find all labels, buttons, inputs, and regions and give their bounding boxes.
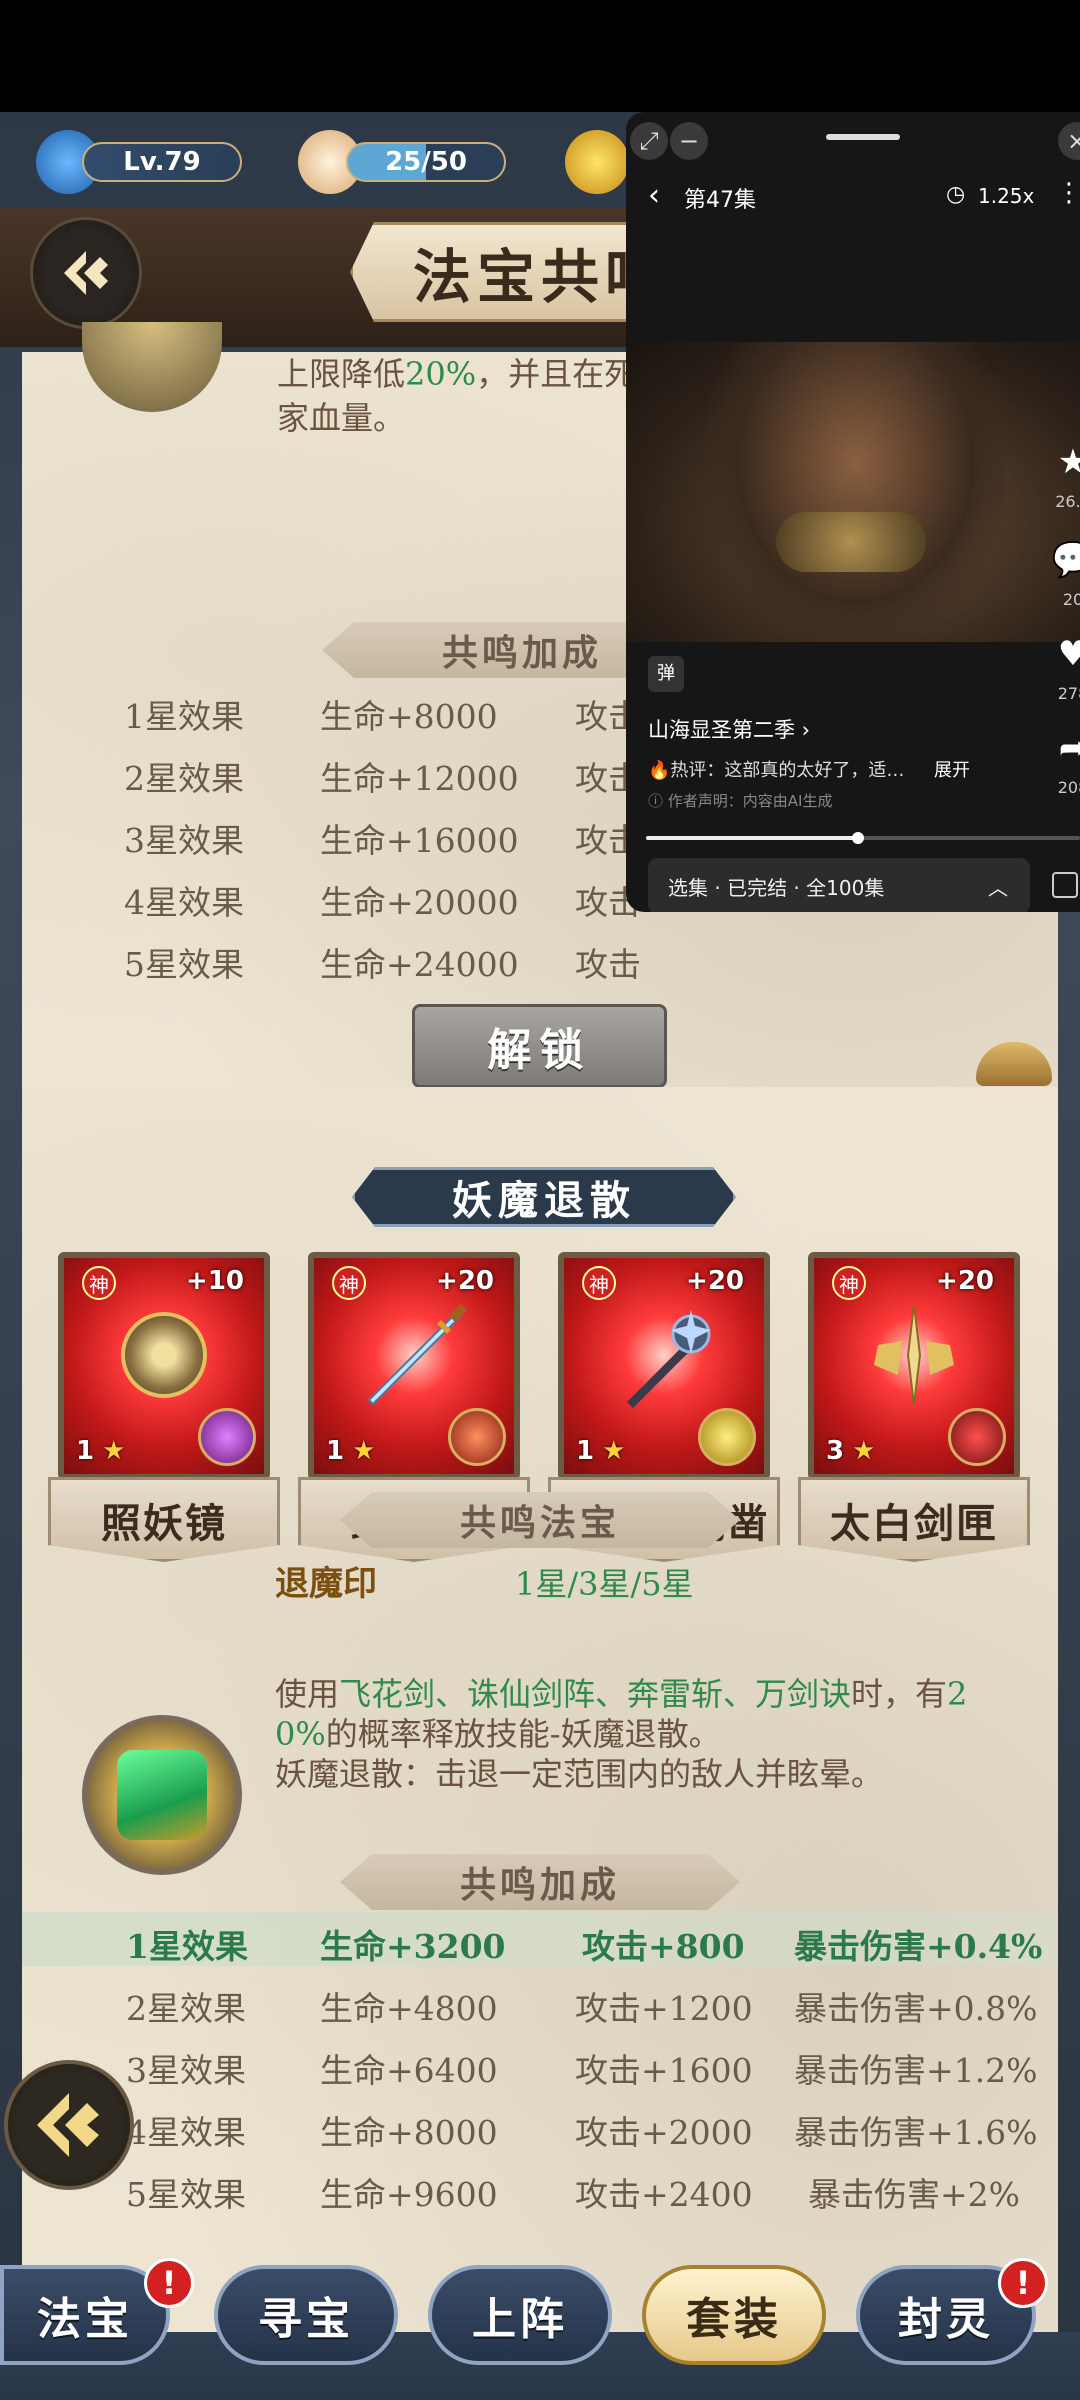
sword-box-icon: [874, 1305, 954, 1406]
lower-bonus-row: 2星效果 生命+4800 攻击+1200 暴击伤害+0.8%: [126, 1989, 1038, 2028]
card-name: 太白剑匣: [798, 1477, 1030, 1562]
stamina-text: 25/50: [385, 147, 467, 177]
comment-icon[interactable]: 💬: [1048, 540, 1080, 580]
more-options-icon[interactable]: ⋮: [1056, 178, 1080, 208]
video-frame[interactable]: [626, 342, 1080, 642]
sword-icon: [367, 1304, 467, 1406]
upper-item-icon: [82, 322, 222, 412]
belt-ornament: [776, 512, 926, 572]
upper-desc-line2: 家血量。: [277, 399, 406, 437]
coin-icon: [565, 130, 629, 194]
card-frame: 神 +20 1 ★: [308, 1252, 520, 1480]
level-display: Lv.79: [82, 142, 242, 182]
favorite-count: 26.3: [1055, 492, 1080, 511]
gem-socket-icon: [448, 1408, 506, 1466]
item-stars: 1星/3星/5星: [515, 1565, 694, 1603]
upper-desc-line1: 上限降低20%，并且在死: [277, 355, 637, 393]
treasure-card[interactable]: 神 +20 3 ★ 太白剑匣: [798, 1252, 1030, 1582]
back-arrow-icon: [64, 251, 108, 295]
danmu-toggle[interactable]: 弹: [648, 656, 684, 692]
back-button[interactable]: [30, 217, 142, 329]
set-group-title: 妖魔退散: [352, 1167, 736, 1227]
jade-seal-icon[interactable]: [82, 1715, 242, 1875]
fire-icon: 🔥: [648, 760, 671, 781]
card-frame: 神 +20 1 ★: [558, 1252, 770, 1480]
close-icon[interactable]: ×: [1058, 122, 1080, 160]
item-desc-line2: 0%的概率释放技能-妖魔退散。: [275, 1715, 721, 1753]
item-desc-line3: 妖魔退散：击退一定范围内的敌人并眩晕。: [275, 1755, 884, 1793]
episode-title: 第47集: [684, 188, 756, 213]
floating-menu-button[interactable]: [4, 2060, 134, 2190]
playback-speed[interactable]: 1.25x: [978, 184, 1034, 208]
star-count: 3 ★: [826, 1436, 876, 1466]
divine-badge: 神: [82, 1266, 116, 1300]
card-name: 照妖镜: [48, 1477, 280, 1562]
minimize-icon[interactable]: −: [670, 122, 708, 160]
level-text: Lv.79: [123, 147, 201, 177]
like-icon[interactable]: ♥: [1048, 634, 1080, 674]
gem-socket-icon: [948, 1408, 1006, 1466]
expand-link[interactable]: 展开: [934, 756, 970, 782]
lower-bonus-row: 3星效果 生命+6400 攻击+1600 暴击伤害+1.2%: [126, 2051, 1038, 2090]
nav-seek-treasure[interactable]: 寻宝: [214, 2265, 398, 2365]
enhance-level: +20: [936, 1266, 994, 1296]
enhance-level: +10: [186, 1266, 244, 1296]
episode-selector-label: 选集 · 已完结 · 全100集: [668, 875, 885, 900]
ai-disclaimer: ⓘ 作者声明：内容由AI生成: [648, 792, 833, 810]
resonance-treasure-title: 共鸣法宝: [340, 1492, 740, 1548]
share-count: 208: [1057, 778, 1080, 797]
back-chevron-icon[interactable]: ‹: [648, 178, 660, 213]
unlock-button[interactable]: 解锁: [412, 1004, 667, 1088]
speed-icon: ◷: [946, 182, 966, 207]
restore-window-icon[interactable]: ⤢: [630, 122, 668, 160]
hammer-icon: [627, 1310, 711, 1409]
incense-burner-icon: [976, 1042, 1052, 1086]
info-icon: ⓘ: [648, 792, 668, 810]
episode-selector[interactable]: 选集 · 已完结 · 全100集 ︿: [648, 858, 1030, 912]
lower-bonus-row: 5星效果 生命+9600 攻击+2400 暴击伤害+2%: [126, 2175, 1021, 2214]
star-count: 1 ★: [576, 1436, 626, 1466]
alert-badge-icon: !: [144, 2258, 194, 2308]
progress-handle[interactable]: [852, 832, 864, 844]
gem-socket-icon: [698, 1408, 756, 1466]
mirror-icon: [121, 1312, 207, 1399]
star-count: 1 ★: [326, 1436, 376, 1466]
nav-deploy[interactable]: 上阵: [428, 2265, 612, 2365]
like-count: 278: [1057, 684, 1080, 703]
share-icon[interactable]: ➦: [1048, 728, 1080, 768]
fullscreen-icon[interactable]: [1052, 872, 1078, 898]
alert-badge-icon: !: [998, 2258, 1048, 2308]
item-desc-line1: 使用飞花剑、诛仙剑阵、奔雷斩、万剑诀时，有2: [275, 1675, 968, 1713]
treasure-card[interactable]: 神 +10 1 ★ 照妖镜: [48, 1252, 280, 1582]
chevron-up-icon: ︿: [988, 875, 1008, 900]
hot-comment: 🔥热评：这部真的太好了，适…: [648, 760, 905, 781]
comment-count: 20: [1062, 590, 1080, 609]
favorite-icon[interactable]: ★: [1048, 442, 1080, 482]
card-frame: 神 +20 3 ★: [808, 1252, 1020, 1480]
drag-handle[interactable]: [826, 134, 900, 140]
emblem-icon: [37, 2093, 99, 2157]
stamina-bar[interactable]: 25/50: [346, 142, 506, 182]
item-name: 退魔印: [275, 1564, 377, 1604]
lower-bonus-title: 共鸣加成: [340, 1854, 740, 1910]
floating-video-window[interactable]: ⤢ − × ‹ 第47集 ◷ 1.25x ⋮ ★ 26.3 💬 20 ♥ 278…: [626, 112, 1080, 912]
progress-fill: [646, 836, 859, 840]
gem-socket-icon: [198, 1408, 256, 1466]
video-progress-bar[interactable]: [646, 832, 1080, 844]
upper-bonus-row: 5星效果 生命+24000 攻击: [124, 945, 641, 984]
star-count: 1 ★: [76, 1436, 126, 1466]
lower-bonus-row: 4星效果 生命+8000 攻击+2000 暴击伤害+1.6%: [126, 2113, 1038, 2152]
nav-set[interactable]: 套装: [642, 2265, 826, 2365]
series-title[interactable]: 山海显圣第二季 ›: [648, 714, 810, 744]
lower-bonus-row: 1星效果 生命+3200 攻击+800 暴击伤害+0.4%: [22, 1912, 1058, 1966]
character-figure: [706, 342, 1006, 642]
card-frame: 神 +10 1 ★: [58, 1252, 270, 1480]
